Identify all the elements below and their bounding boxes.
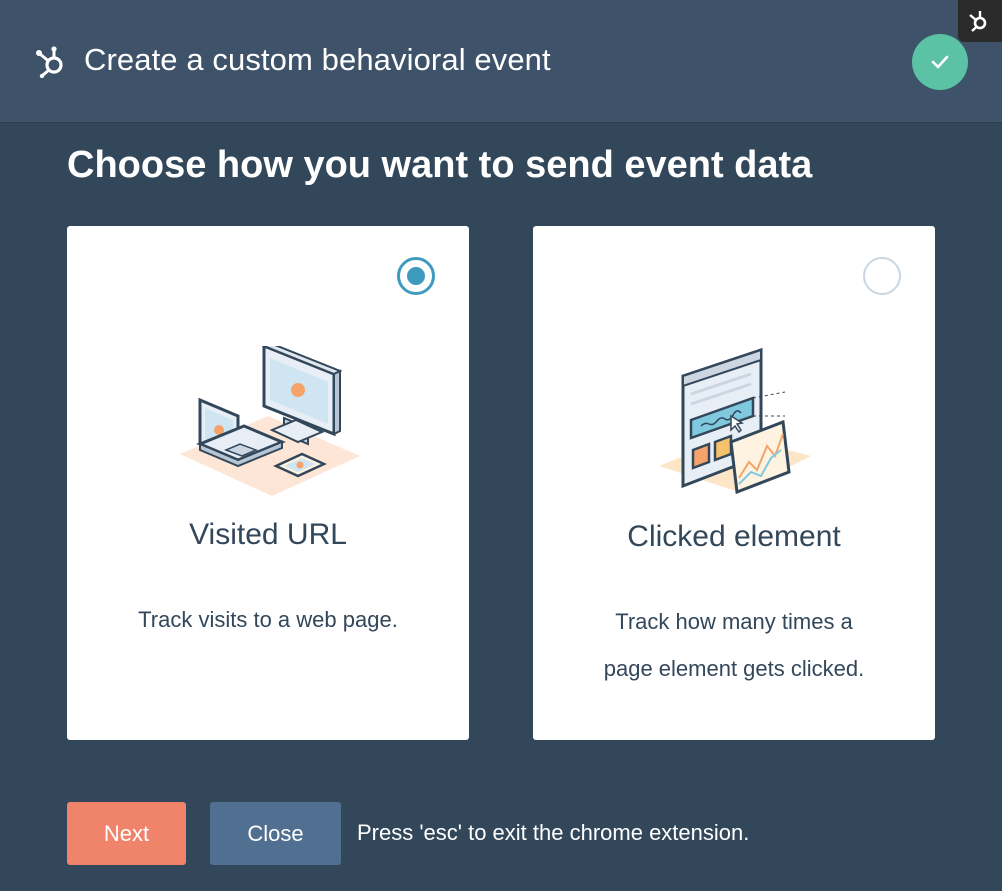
modal: Create a custom behavioral event Choose … xyxy=(0,0,1002,891)
radio-visited-url[interactable] xyxy=(397,257,435,295)
escape-hint: Press 'esc' to exit the chrome extension… xyxy=(357,820,750,845)
option-title: Visited URL xyxy=(189,518,347,551)
page-heading: Choose how you want to send event data xyxy=(67,144,813,186)
sprocket-icon xyxy=(969,11,987,32)
next-button[interactable]: Next xyxy=(67,802,186,865)
extension-corner-button[interactable] xyxy=(958,0,1002,42)
option-title: Clicked element xyxy=(627,520,841,553)
modal-title: Create a custom behavioral event xyxy=(84,42,551,77)
close-button[interactable]: Close xyxy=(210,802,341,865)
devices-illustration-icon xyxy=(180,346,360,496)
modal-header: Create a custom behavioral event xyxy=(0,0,1002,123)
option-description: Track how many times a page element gets… xyxy=(573,598,895,692)
option-card-visited-url[interactable]: Visited URL Track visits to a web page. xyxy=(67,226,469,740)
clicked-element-illustration-icon xyxy=(659,347,811,495)
option-description: Track visits to a web page. xyxy=(138,607,398,632)
option-card-clicked-element[interactable]: Clicked element Track how many times a p… xyxy=(533,226,935,740)
radio-clicked-element[interactable] xyxy=(863,257,901,295)
hubspot-sprocket-icon xyxy=(36,46,63,78)
option-description-line: page element gets clicked. xyxy=(603,656,865,681)
option-description-line: Track how many times a xyxy=(615,609,853,634)
checkmark-icon xyxy=(931,55,949,69)
status-badge xyxy=(912,34,968,90)
